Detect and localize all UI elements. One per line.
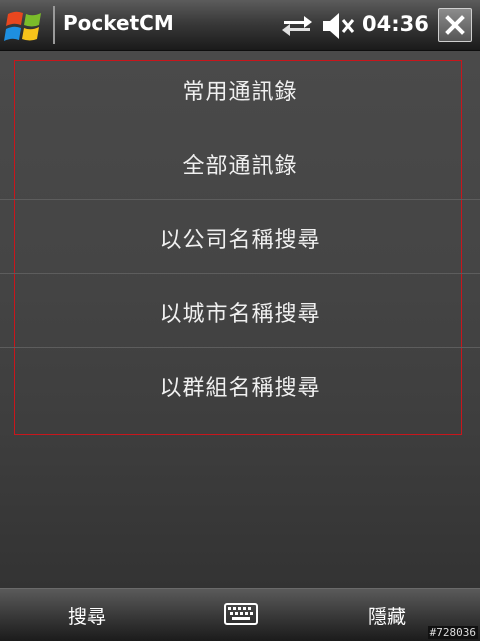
menu-divider <box>0 199 480 200</box>
main-content: 常用通訊錄 全部通訊錄 以公司名稱搜尋 以城市名稱搜尋 以群組名稱搜尋 <box>0 51 480 588</box>
menu-item-search-city[interactable]: 以城市名稱搜尋 <box>0 275 480 349</box>
close-button[interactable] <box>438 8 472 42</box>
volume-mute-icon[interactable] <box>320 10 356 42</box>
hide-softkey[interactable]: 隱藏 <box>368 589 406 641</box>
menu-item-all-contacts[interactable]: 全部通訊錄 <box>0 127 480 201</box>
watermark: #728036 <box>427 626 478 639</box>
menu-divider <box>0 273 480 274</box>
menu-item-search-group[interactable]: 以群組名稱搜尋 <box>0 349 480 423</box>
keyboard-icon[interactable] <box>224 603 258 625</box>
sync-icon[interactable] <box>280 12 314 40</box>
close-icon <box>445 15 465 35</box>
windows-start-icon[interactable] <box>4 6 46 46</box>
title-separator <box>53 6 55 44</box>
menu-item-search-company[interactable]: 以公司名稱搜尋 <box>0 201 480 275</box>
app-title: PocketCM <box>63 11 174 35</box>
title-bar: PocketCM 04:36 <box>0 0 480 51</box>
menu-item-frequent-contacts[interactable]: 常用通訊錄 <box>0 53 480 127</box>
softkey-bar: 搜尋 隱藏 <box>0 588 480 641</box>
menu-divider <box>0 347 480 348</box>
search-softkey[interactable]: 搜尋 <box>68 589 106 641</box>
clock: 04:36 <box>362 12 429 36</box>
